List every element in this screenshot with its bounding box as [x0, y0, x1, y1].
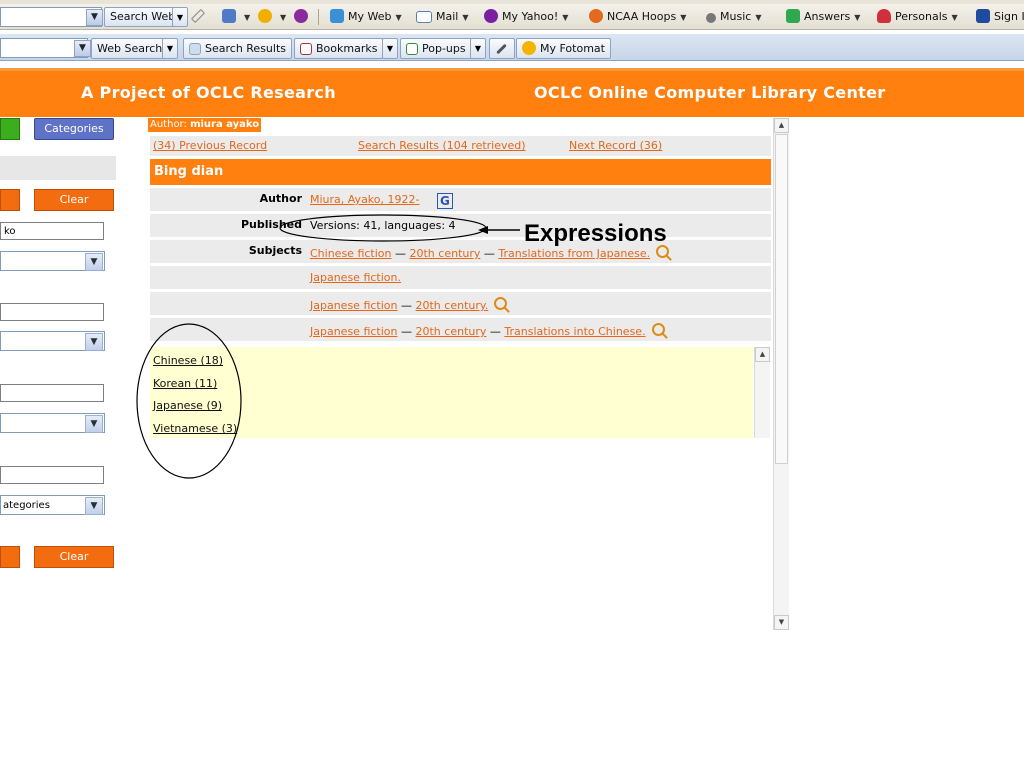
expressions-label: Expressions: [524, 220, 667, 247]
published-ellipse: [279, 214, 487, 242]
annotation-overlay: [136, 214, 520, 479]
languages-ellipse: [136, 323, 242, 479]
